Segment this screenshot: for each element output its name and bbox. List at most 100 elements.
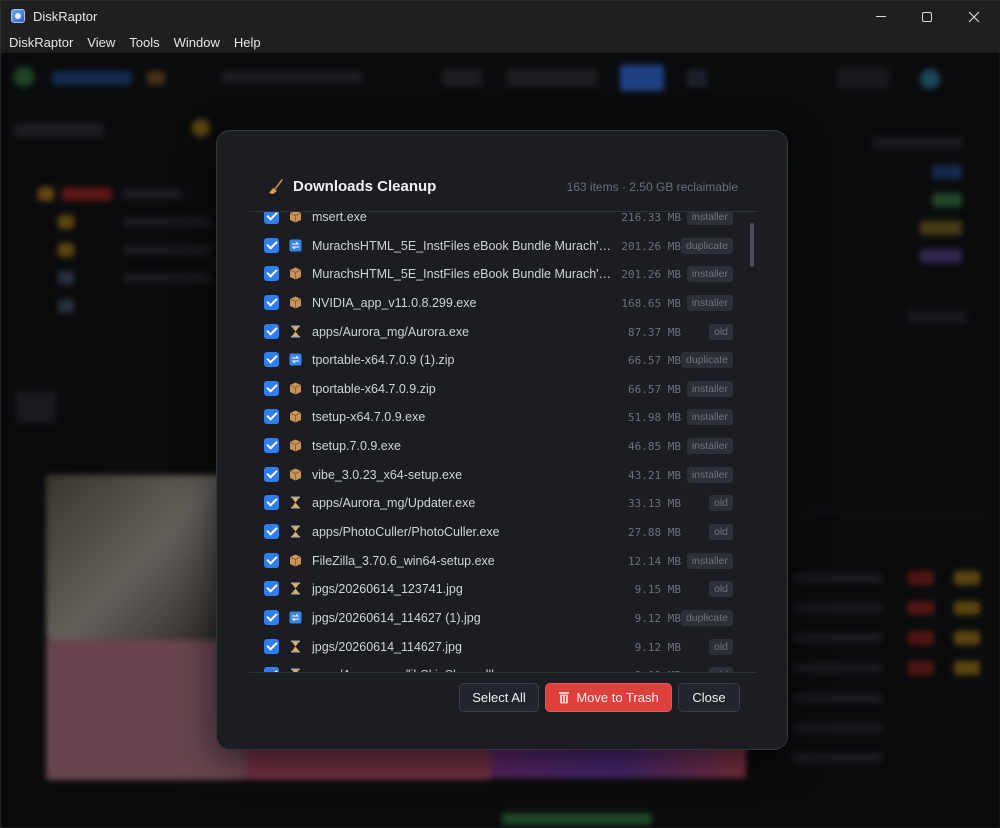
file-row[interactable]: NVIDIA_app_v11.0.8.299.exe 168.65 MB insta… xyxy=(249,289,745,318)
file-size: 9.12 MB xyxy=(634,640,681,654)
file-size: 201.26 MB xyxy=(621,268,681,282)
file-name: msert.exe xyxy=(312,211,367,224)
file-checkbox[interactable] xyxy=(264,380,279,396)
file-size: 51.98 MB xyxy=(628,411,681,425)
file-category-badge: installer xyxy=(686,552,733,569)
file-name: tsetup.7.0.9.exe xyxy=(312,439,401,454)
file-checkbox[interactable] xyxy=(264,294,279,310)
file-row[interactable]: vibe_3.0.23_x64-setup.exe 43.21 MB install… xyxy=(249,461,745,490)
file-checkbox[interactable] xyxy=(264,409,279,425)
file-checkbox[interactable] xyxy=(264,609,279,625)
scrollbar-thumb[interactable] xyxy=(750,223,754,267)
file-name: apps/Aurora_mg/Aurora.exe xyxy=(312,324,470,339)
package-icon xyxy=(289,554,302,567)
package-icon xyxy=(289,212,302,223)
dialog-summary: 163 items · 2.50 GB reclaimable xyxy=(566,180,738,194)
file-checkbox[interactable] xyxy=(264,237,279,253)
file-row[interactable]: tsetup-x64.7.0.9.exe 51.98 MB installer xyxy=(249,403,745,432)
file-row[interactable]: MurachsHTML_5E_InstFiles eBook Bundle Mu… xyxy=(249,232,745,261)
window-title: DiskRaptor xyxy=(33,9,98,24)
file-size: 66.57 MB xyxy=(628,354,681,368)
file-name: jpgs/20260614_114627.jpg xyxy=(312,639,462,654)
file-checkbox[interactable] xyxy=(264,667,279,672)
file-checkbox[interactable] xyxy=(264,552,279,568)
close-window-button[interactable] xyxy=(951,1,997,32)
package-icon xyxy=(289,296,302,309)
file-name: tportable-x64.7.0.9 (1).zip xyxy=(312,353,455,368)
file-name: MurachsHTML_5E_InstFiles eBook Bundle Mu… xyxy=(312,267,612,282)
file-name: MurachsHTML_5E_InstFiles eBook Bundle Mu… xyxy=(312,238,612,253)
file-checkbox[interactable] xyxy=(264,212,279,224)
package-icon xyxy=(289,439,302,452)
file-name: tsetup-x64.7.0.9.exe xyxy=(312,410,426,425)
file-size: 168.65 MB xyxy=(621,296,681,310)
file-checkbox[interactable] xyxy=(264,638,279,654)
file-category-badge: old xyxy=(708,323,733,340)
file-name: FileZilla_3.70.6_win64-setup.exe xyxy=(312,553,495,568)
maximize-button[interactable] xyxy=(904,1,950,32)
menu-tools[interactable]: Tools xyxy=(129,35,159,50)
file-size: 9.09 MB xyxy=(635,669,681,672)
file-checkbox[interactable] xyxy=(264,323,279,339)
file-name: jpgs/20260614_123741.jpg xyxy=(312,582,463,597)
file-row[interactable]: apps/Aurora_mg/Updater.exe 33.13 MB old xyxy=(249,489,745,518)
package-icon xyxy=(289,468,302,481)
move-to-trash-button[interactable]: Move to Trash xyxy=(545,683,672,712)
file-checkbox[interactable] xyxy=(264,466,279,482)
file-category-badge: installer xyxy=(686,380,733,397)
file-checkbox[interactable] xyxy=(264,352,279,368)
file-category-badge: installer xyxy=(686,266,733,283)
file-name: apps/Aurora_mg/Updater.exe xyxy=(312,496,476,511)
file-row[interactable]: jpgs/20260614_123741.jpg 9.15 MB old xyxy=(249,575,745,604)
list-scrollbar[interactable] xyxy=(750,223,754,665)
menu-diskraptor[interactable]: DiskRaptor xyxy=(9,35,73,50)
file-checkbox[interactable] xyxy=(264,581,279,597)
file-size: 33.13 MB xyxy=(628,497,681,511)
file-row[interactable]: FileZilla_3.70.6_win64-setup.exe 12.14 MB… xyxy=(249,547,745,576)
file-size: 87.37 MB xyxy=(628,325,681,339)
file-category-badge: old xyxy=(708,638,733,655)
hourglass-icon xyxy=(289,668,302,672)
file-category-badge: installer xyxy=(686,438,733,455)
close-label: Close xyxy=(692,690,726,705)
file-row[interactable]: tsetup.7.0.9.exe 46.85 MB installer xyxy=(249,432,745,461)
file-row[interactable]: apps/Aurora_mg/Aurora.exe 87.37 MB old xyxy=(249,318,745,347)
file-checkbox[interactable] xyxy=(264,438,279,454)
file-checkbox[interactable] xyxy=(264,266,279,282)
file-row[interactable]: MurachsHTML_5E_InstFiles eBook Bundle Mu… xyxy=(249,260,745,289)
dialog-header: Downloads Cleanup 163 items · 2.50 GB re… xyxy=(263,177,743,197)
maximize-icon xyxy=(922,11,932,22)
file-checkbox[interactable] xyxy=(264,495,279,511)
file-category-badge: old xyxy=(708,581,733,598)
app-logo-icon xyxy=(11,9,25,23)
duplicate-icon xyxy=(289,353,302,366)
move-to-trash-label: Move to Trash xyxy=(576,690,659,705)
file-name: jpgs/20260614_114627 (1).jpg xyxy=(312,610,481,625)
menu-view[interactable]: View xyxy=(87,35,115,50)
file-row[interactable]: apps/Aurora_mg/libSkiaSharp.dll 9.09 MB ol… xyxy=(249,661,745,672)
close-dialog-button[interactable]: Close xyxy=(678,683,740,712)
file-row[interactable]: msert.exe 216.33 MB installer xyxy=(249,211,745,232)
hourglass-icon xyxy=(289,496,302,509)
file-category-badge: duplicate xyxy=(680,352,733,369)
hourglass-icon xyxy=(289,525,302,538)
file-size: 9.15 MB xyxy=(634,583,681,597)
menu-help[interactable]: Help xyxy=(234,35,261,50)
cleanup-file-list[interactable]: msert.exe 216.33 MB installer MurachsHTML_5… xyxy=(249,211,757,673)
file-row[interactable]: tportable-x64.7.0.9 (1).zip 66.57 MB dupli… xyxy=(249,346,745,375)
file-checkbox[interactable] xyxy=(264,524,279,540)
file-row[interactable]: apps/PhotoCuller/PhotoCuller.exe 27.88 MB… xyxy=(249,518,745,547)
file-row[interactable]: jpgs/20260614_114627 (1).jpg 9.12 MB dupli… xyxy=(249,604,745,633)
file-size: 216.33 MB xyxy=(621,211,681,224)
menu-window[interactable]: Window xyxy=(174,35,220,50)
file-row[interactable]: tportable-x64.7.0.9.zip 66.57 MB installer xyxy=(249,375,745,404)
file-name: apps/Aurora_mg/libSkiaSharp.dll xyxy=(312,668,612,672)
file-size: 46.85 MB xyxy=(628,440,681,454)
file-row[interactable]: jpgs/20260614_114627.jpg 9.12 MB old xyxy=(249,633,745,662)
trash-icon xyxy=(559,692,570,704)
file-category-badge: installer xyxy=(686,212,733,225)
file-size: 201.26 MB xyxy=(621,239,681,253)
app-window: DiskRaptor DiskRaptor View Tools Window … xyxy=(0,0,1000,828)
minimize-button[interactable] xyxy=(858,1,904,32)
select-all-button[interactable]: Select All xyxy=(459,683,539,712)
